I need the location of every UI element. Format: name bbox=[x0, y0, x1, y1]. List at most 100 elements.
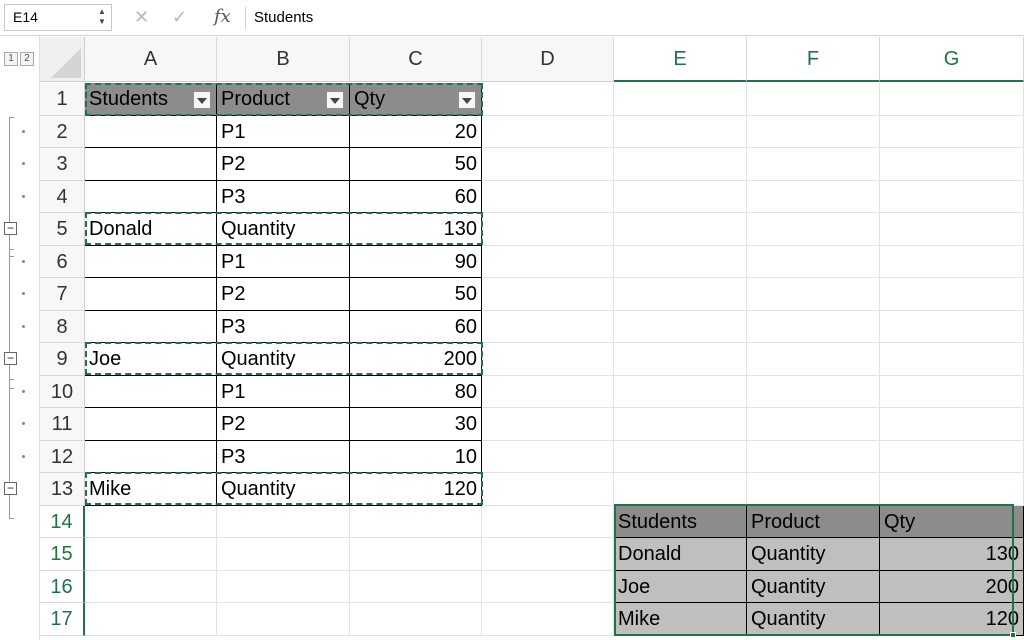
row-header-3[interactable]: 3 bbox=[40, 148, 85, 181]
grid-cell[interactable] bbox=[614, 441, 747, 473]
enter-icon[interactable]: ✓ bbox=[172, 6, 187, 28]
grid-cell[interactable] bbox=[85, 538, 217, 571]
grid-cell[interactable] bbox=[85, 571, 217, 603]
grid-cell[interactable] bbox=[614, 116, 747, 148]
table-header-cell[interactable]: Qty bbox=[350, 83, 482, 116]
table-cell[interactable] bbox=[85, 311, 217, 343]
table-cell[interactable]: P3 bbox=[217, 311, 350, 343]
grid-cell[interactable] bbox=[482, 441, 614, 473]
table-cell[interactable]: 20 bbox=[350, 116, 482, 148]
grid-cell[interactable] bbox=[482, 181, 614, 213]
row-header-9[interactable]: 9 bbox=[40, 343, 85, 376]
row-header-11[interactable]: 11 bbox=[40, 408, 85, 441]
collapse-group-button[interactable]: − bbox=[4, 352, 17, 365]
name-box[interactable]: E14 ▲▼ bbox=[4, 4, 112, 31]
grid-cell[interactable] bbox=[482, 213, 614, 246]
grid-cell[interactable] bbox=[614, 376, 747, 408]
grid-cell[interactable] bbox=[350, 571, 482, 603]
row-header-12[interactable]: 12 bbox=[40, 441, 85, 473]
outline-level-1-button[interactable]: 1 bbox=[4, 52, 18, 66]
grid-cell[interactable] bbox=[880, 343, 1024, 376]
grid-cell[interactable] bbox=[217, 603, 350, 636]
table-cell[interactable]: 200 bbox=[350, 343, 482, 376]
result-cell[interactable]: 200 bbox=[880, 571, 1024, 603]
grid-cell[interactable] bbox=[614, 473, 747, 506]
table-cell[interactable]: Mike bbox=[85, 473, 217, 506]
table-cell[interactable]: Donald bbox=[85, 213, 217, 246]
row-header-2[interactable]: 2 bbox=[40, 116, 85, 148]
table-cell[interactable]: P1 bbox=[217, 376, 350, 408]
result-cell[interactable]: 120 bbox=[880, 603, 1024, 636]
grid-cell[interactable] bbox=[614, 246, 747, 278]
grid-cell[interactable] bbox=[614, 148, 747, 181]
grid-cell[interactable] bbox=[880, 473, 1024, 506]
row-header-8[interactable]: 8 bbox=[40, 311, 85, 343]
grid-cell[interactable] bbox=[614, 83, 747, 116]
row-header-4[interactable]: 4 bbox=[40, 181, 85, 213]
row-header-17[interactable]: 17 bbox=[40, 603, 85, 636]
result-header-cell[interactable]: Qty bbox=[880, 506, 1024, 538]
row-header-5[interactable]: 5 bbox=[40, 213, 85, 246]
table-cell[interactable] bbox=[85, 116, 217, 148]
result-header-cell[interactable]: Students bbox=[614, 506, 747, 538]
column-header-d[interactable]: D bbox=[482, 37, 614, 82]
table-cell[interactable] bbox=[85, 376, 217, 408]
row-header-14[interactable]: 14 bbox=[40, 506, 85, 538]
table-cell[interactable] bbox=[85, 441, 217, 473]
grid-cell[interactable] bbox=[482, 473, 614, 506]
result-cell[interactable]: 130 bbox=[880, 538, 1024, 571]
grid-cell[interactable] bbox=[747, 311, 880, 343]
grid-cell[interactable] bbox=[880, 116, 1024, 148]
grid-cell[interactable] bbox=[482, 408, 614, 441]
table-cell[interactable]: P3 bbox=[217, 441, 350, 473]
table-cell[interactable]: Quantity bbox=[217, 213, 350, 246]
grid-cell[interactable] bbox=[880, 376, 1024, 408]
row-header-10[interactable]: 10 bbox=[40, 376, 85, 408]
grid-cell[interactable] bbox=[482, 246, 614, 278]
column-header-b[interactable]: B bbox=[217, 37, 350, 82]
grid-cell[interactable] bbox=[747, 148, 880, 181]
column-header-f[interactable]: F bbox=[747, 37, 880, 82]
collapse-group-button[interactable]: − bbox=[4, 222, 17, 235]
grid-cell[interactable] bbox=[614, 343, 747, 376]
table-cell[interactable] bbox=[85, 246, 217, 278]
collapse-group-button[interactable]: − bbox=[4, 482, 17, 495]
grid-cell[interactable] bbox=[747, 441, 880, 473]
grid-cell[interactable] bbox=[482, 538, 614, 571]
insert-function-icon[interactable]: fx bbox=[214, 6, 231, 28]
grid-cell[interactable] bbox=[747, 181, 880, 213]
table-cell[interactable]: Joe bbox=[85, 343, 217, 376]
grid-cell[interactable] bbox=[614, 181, 747, 213]
grid-cell[interactable] bbox=[85, 506, 217, 538]
grid-cell[interactable] bbox=[217, 506, 350, 538]
grid-cell[interactable] bbox=[217, 571, 350, 603]
table-cell[interactable]: 80 bbox=[350, 376, 482, 408]
grid-cell[interactable] bbox=[880, 148, 1024, 181]
filter-dropdown-icon[interactable] bbox=[458, 91, 476, 109]
grid-cell[interactable] bbox=[482, 278, 614, 311]
grid-cell[interactable] bbox=[880, 408, 1024, 441]
grid-cell[interactable] bbox=[482, 116, 614, 148]
filter-dropdown-icon[interactable] bbox=[193, 91, 211, 109]
table-cell[interactable]: 90 bbox=[350, 246, 482, 278]
grid-cell[interactable] bbox=[880, 213, 1024, 246]
table-cell[interactable]: 50 bbox=[350, 148, 482, 181]
grid-cell[interactable] bbox=[880, 278, 1024, 311]
grid-cell[interactable] bbox=[614, 311, 747, 343]
grid-cell[interactable] bbox=[747, 343, 880, 376]
table-cell[interactable]: 130 bbox=[350, 213, 482, 246]
table-cell[interactable]: 30 bbox=[350, 408, 482, 441]
grid-cell[interactable] bbox=[482, 311, 614, 343]
grid-cell[interactable] bbox=[747, 213, 880, 246]
table-header-cell[interactable]: Students bbox=[85, 83, 217, 116]
grid-cell[interactable] bbox=[747, 408, 880, 441]
table-cell[interactable] bbox=[85, 408, 217, 441]
cancel-icon[interactable]: ✕ bbox=[134, 6, 149, 28]
row-header-7[interactable]: 7 bbox=[40, 278, 85, 311]
grid-cell[interactable] bbox=[747, 246, 880, 278]
row-header-1[interactable]: 1 bbox=[40, 83, 85, 116]
table-cell[interactable]: P2 bbox=[217, 148, 350, 181]
result-cell[interactable]: Quantity bbox=[747, 571, 880, 603]
table-cell[interactable]: 60 bbox=[350, 181, 482, 213]
column-header-c[interactable]: C bbox=[350, 37, 482, 82]
